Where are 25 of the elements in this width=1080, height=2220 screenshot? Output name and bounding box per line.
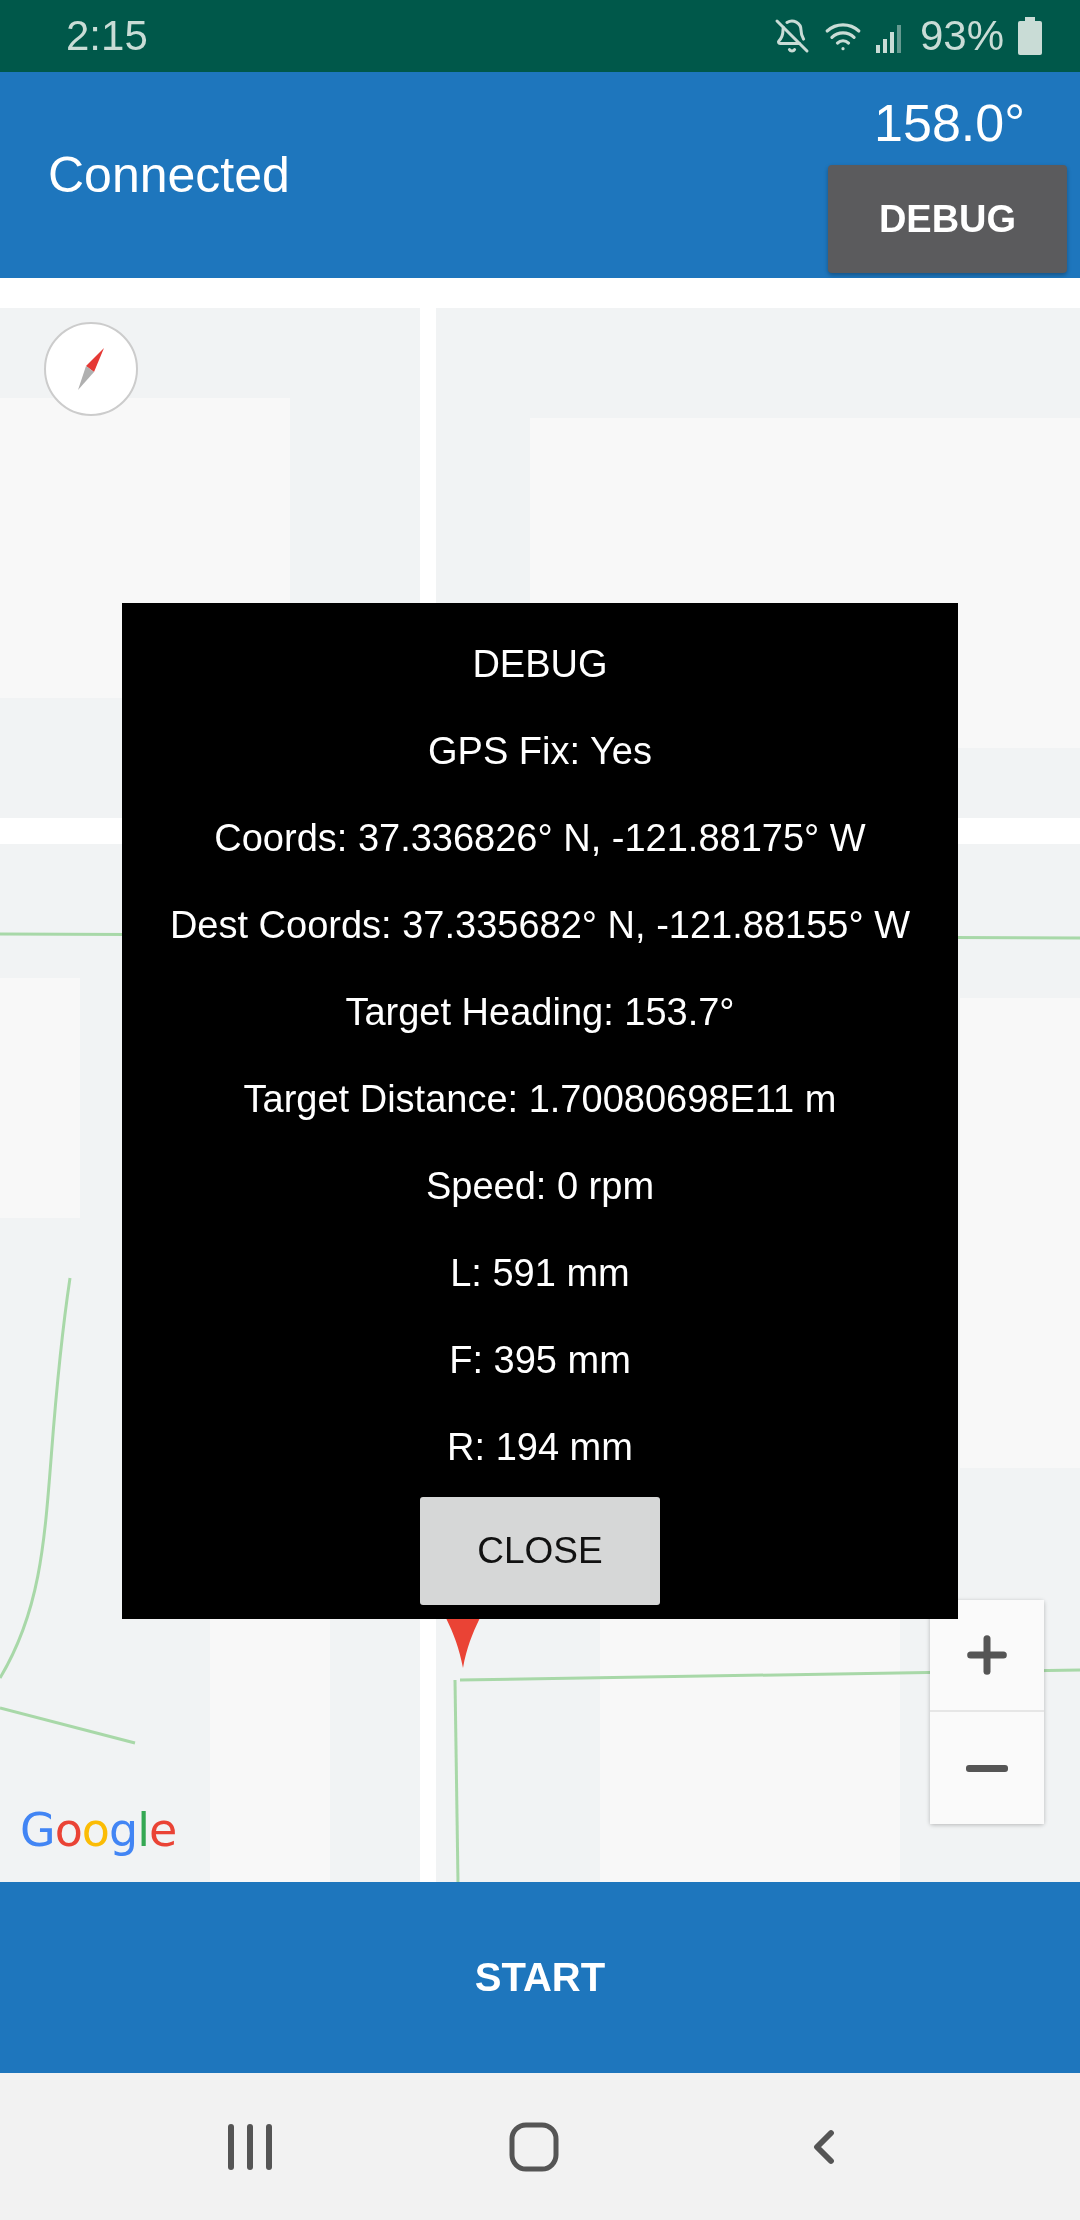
debug-line: Speed: 0 rpm [425,1164,655,1209]
start-button[interactable]: START [0,1882,1080,2073]
debug-line: Coords: 37.336826° N, -121.88175° W [214,816,866,861]
heading-reading: 158.0° [874,93,1025,153]
mute-icon [773,18,810,54]
dialog-title: DEBUG [472,642,608,687]
close-button[interactable]: CLOSE [420,1497,660,1605]
debug-line: Target Distance: 1.70080698E11 m [243,1077,837,1122]
debug-line: L: 591 mm [450,1251,630,1296]
debug-line: GPS Fix: Yes [428,729,652,774]
debug-line: R: 194 mm [447,1425,633,1470]
recent-apps-icon[interactable] [228,2123,273,2170]
home-icon[interactable] [509,2121,559,2172]
debug-line: F: 395 mm [449,1338,631,1383]
debug-line: Dest Coords: 37.335682° N, -121.88155° W [169,903,911,948]
status-time: 2:15 [66,12,149,60]
minus-icon [966,1764,1008,1772]
debug-line: Target Heading: 153.7° [345,990,735,1035]
google-logo: Google [20,1803,177,1857]
battery-percent: 93% [919,12,1004,60]
zoom-in-button[interactable] [930,1600,1044,1712]
battery-icon [1018,17,1042,55]
connection-status: Connected [48,146,291,204]
zoom-out-button[interactable] [930,1712,1044,1824]
debug-button[interactable]: DEBUG [828,165,1067,273]
